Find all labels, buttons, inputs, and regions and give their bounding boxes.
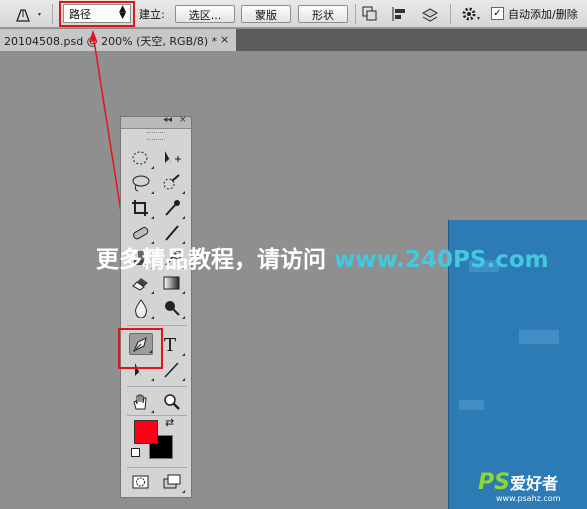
crop-tool[interactable]	[130, 198, 154, 220]
quick-selection-icon	[163, 174, 180, 190]
eraser-icon	[132, 278, 148, 291]
watermark-text: 更多精品教程，请访问 www.240PS.com	[96, 240, 549, 274]
foreground-color-swatch[interactable]	[134, 420, 158, 444]
divider	[127, 386, 187, 387]
screen-mode-icon	[163, 474, 181, 489]
watermark-label: 更多精品教程，请访问	[96, 247, 335, 273]
line-tool[interactable]	[161, 360, 185, 382]
dodge-icon	[165, 301, 180, 316]
close-icon[interactable]: ×	[179, 115, 187, 125]
watermark-url: www.240PS.com	[334, 247, 549, 273]
eyedropper-tool[interactable]	[161, 198, 185, 220]
dodge-tool[interactable]	[161, 298, 185, 320]
eyedropper-icon	[165, 200, 180, 216]
screen-mode-button[interactable]	[161, 472, 185, 494]
highlight-box-pen	[118, 328, 163, 369]
divider	[127, 325, 187, 326]
hand-tool[interactable]	[130, 392, 154, 414]
blur-icon	[135, 299, 147, 319]
zoom-icon	[164, 394, 180, 410]
crop-icon	[132, 200, 148, 216]
type-tool[interactable]: T	[161, 335, 185, 357]
lasso-tool[interactable]	[130, 173, 154, 195]
brand-site: www.psahz.com	[496, 494, 561, 503]
swap-colors-icon[interactable]: ⇄	[165, 416, 174, 429]
move-tool[interactable]	[161, 148, 185, 170]
blur-tool[interactable]	[130, 298, 154, 320]
zoom-tool[interactable]	[161, 392, 185, 414]
collapse-icon[interactable]: ◂◂	[163, 115, 172, 125]
brand-name: 爱好者	[509, 474, 558, 493]
divider	[127, 467, 187, 468]
hand-icon	[133, 394, 147, 410]
move-icon	[165, 151, 181, 164]
tools-panel-header[interactable]: ◂◂ ×	[121, 115, 191, 129]
gradient-tool[interactable]	[161, 273, 185, 295]
quick-mask-icon	[132, 475, 149, 489]
brand-logo: PS爱好者 www.psahz.com	[478, 470, 560, 503]
eraser-tool[interactable]	[130, 273, 154, 295]
divider	[127, 415, 187, 416]
brand-ps: PS	[478, 470, 510, 495]
default-colors-icon[interactable]	[131, 448, 140, 457]
panel-grip[interactable]	[147, 132, 165, 140]
marquee-tool[interactable]	[130, 148, 154, 170]
line-icon	[164, 362, 179, 378]
marquee-icon	[132, 151, 148, 165]
quick-mask-button[interactable]	[130, 472, 154, 494]
quick-selection-tool[interactable]	[161, 173, 185, 195]
type-icon: T	[164, 335, 177, 356]
gradient-icon	[163, 276, 180, 290]
lasso-icon	[132, 175, 150, 192]
tools-panel: ◂◂ × T ⇄	[120, 115, 192, 498]
